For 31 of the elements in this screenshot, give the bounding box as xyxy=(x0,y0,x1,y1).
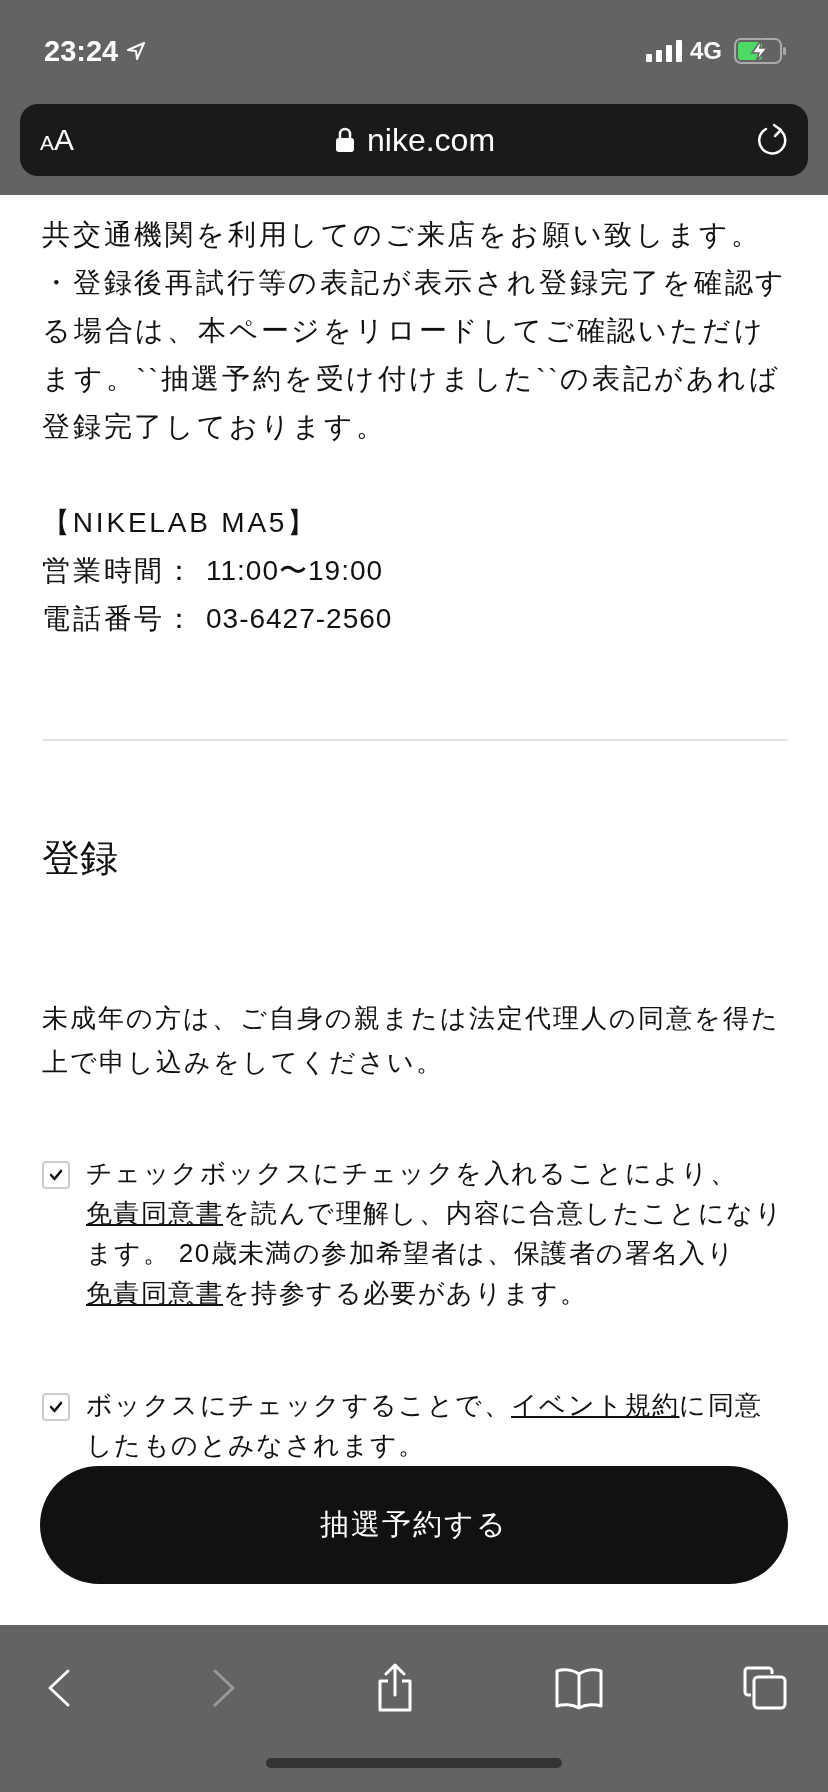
back-icon[interactable] xyxy=(46,1667,72,1708)
info-label: 営業時間： xyxy=(42,554,196,588)
book-icon[interactable] xyxy=(553,1665,604,1710)
text-size-button[interactable]: AA xyxy=(40,123,75,157)
tabs-icon[interactable] xyxy=(742,1664,788,1711)
checkbox[interactable] xyxy=(42,1161,70,1189)
lock-icon xyxy=(335,127,355,153)
info-label: 電話番号： xyxy=(42,602,196,636)
network-label: 4G xyxy=(690,37,722,65)
store-name: 【NIKELAB MA5】 xyxy=(42,506,320,540)
status-time: 23:24 xyxy=(44,34,119,68)
checkmark-icon xyxy=(49,1401,63,1413)
notice-paragraph: 共交通機関を利用してのご来店をお願い致します。 xyxy=(42,218,763,252)
notice-paragraph: ・登録後再試行等の表記が表示され登録完了を確認する場合は、本ページをリロードしてご確認いただけます。``抽選予約を受け付けました``の表記があれば登録完了しております。 xyxy=(42,266,788,444)
battery-charging-icon xyxy=(734,38,788,64)
checkbox[interactable] xyxy=(42,1393,70,1421)
location-arrow-icon xyxy=(126,41,147,61)
minor-notice: 未成年の方は、ご自身の親または法定代理人の同意を得た上で申し込みをしてください。 xyxy=(42,1002,781,1079)
consent-text: チェックボックスにチェックを入れることにより、 免責同意書を読んで理解し、内容に合意したことになります。 20歳未満の参加希望者は、保護者の署名入り 免責同意書を持参する必要があります。 xyxy=(86,1157,784,1310)
section-title: 登録 xyxy=(42,836,119,881)
info-value: 11:00〜19:00 xyxy=(206,554,384,588)
checkmark-icon xyxy=(49,1169,63,1181)
info-value: 03-6427-2560 xyxy=(206,602,393,636)
consent-text: ボックスにチェックすることで、イベント規約に同意したものとみなされます。 xyxy=(86,1389,764,1462)
terms-link[interactable]: 免責同意書 xyxy=(86,1198,223,1228)
terms-link[interactable]: 免責同意書 xyxy=(86,1278,223,1308)
terms-link[interactable]: イベント規約 xyxy=(511,1390,680,1420)
signal-icon xyxy=(646,40,682,62)
url-text: nike.com xyxy=(367,121,496,159)
address-bar[interactable]: AA nike.com xyxy=(20,104,808,176)
submit-button[interactable]: 抽選予約する xyxy=(40,1466,788,1584)
